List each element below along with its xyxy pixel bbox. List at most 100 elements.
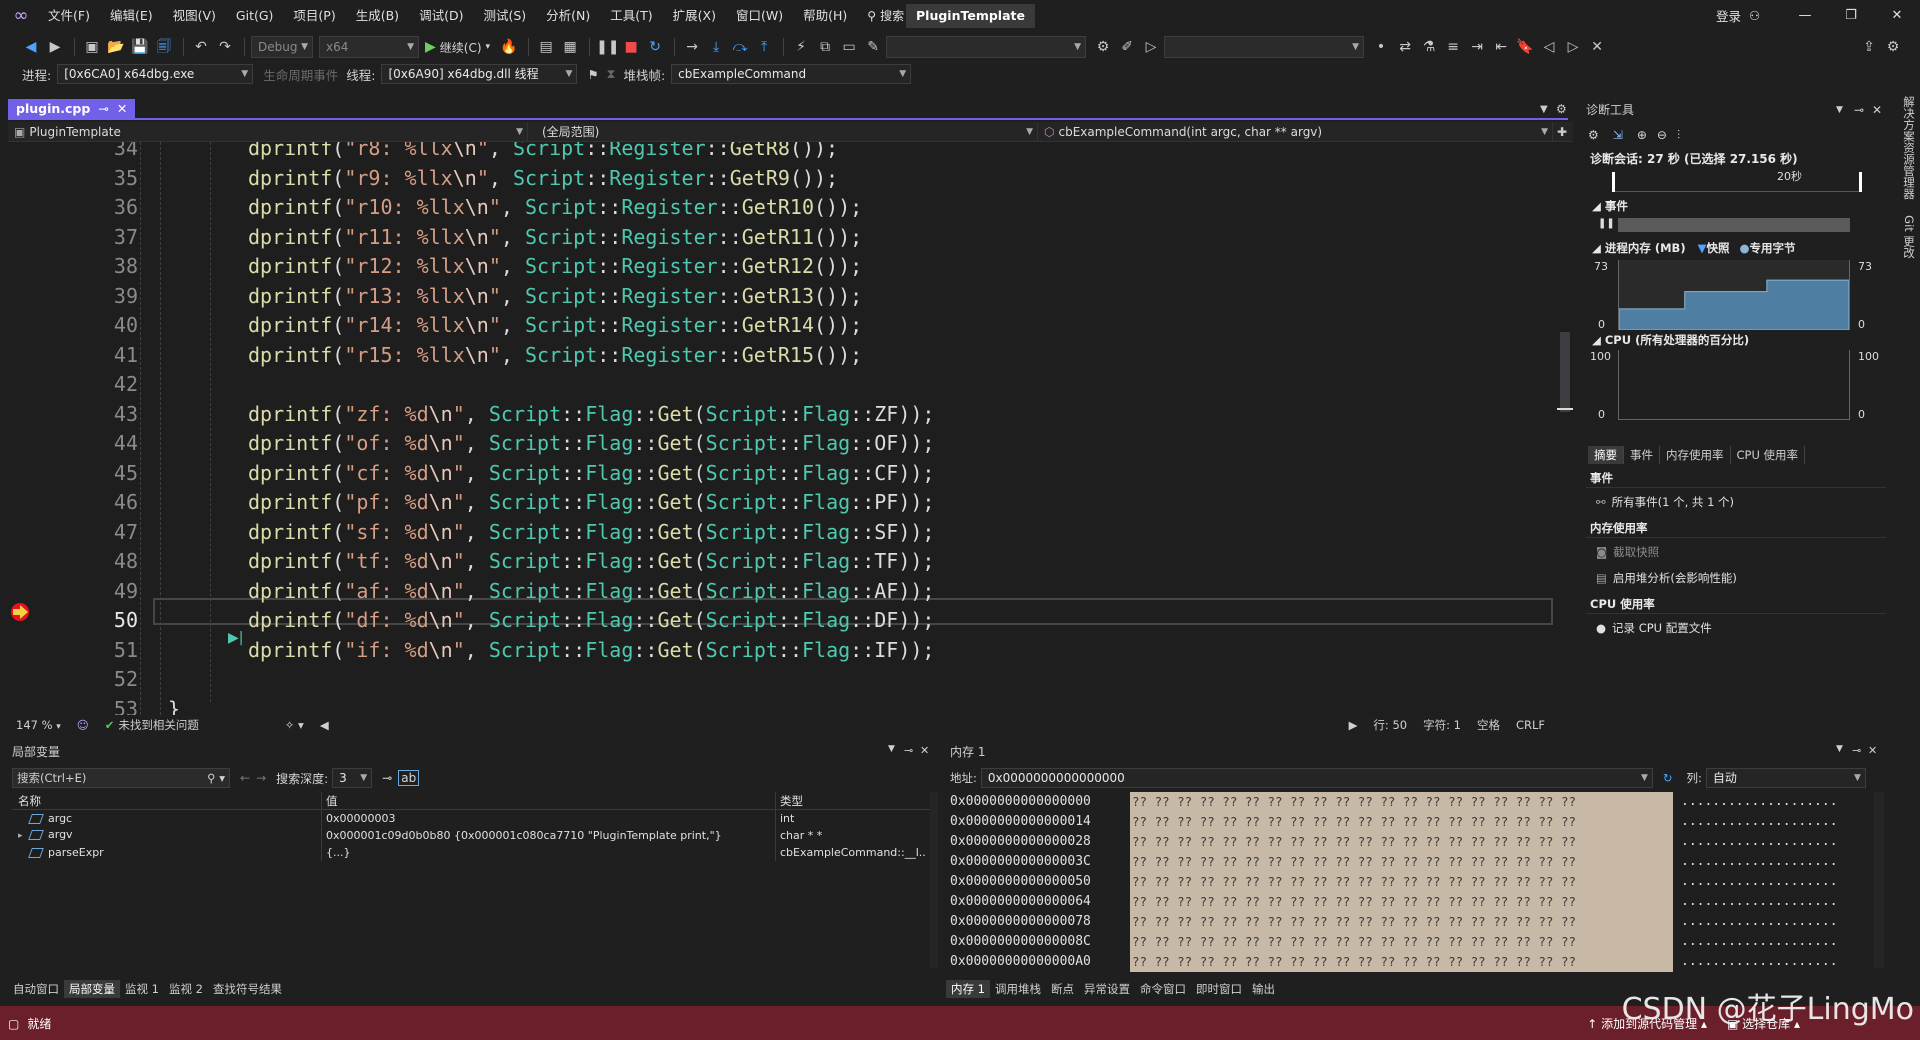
code-cleanup-icon[interactable]: ✧ ▾ [277, 715, 312, 735]
refresh-icon[interactable]: ↻ [1663, 771, 1673, 785]
tab-cpu-usage[interactable]: CPU 使用率 [1731, 446, 1806, 464]
pin-icon[interactable]: ⊸ [1854, 100, 1864, 120]
columns-select[interactable]: 自动 ▼ [1705, 768, 1866, 788]
close-icon[interactable]: ✕ [1868, 744, 1877, 757]
step-over-icon[interactable]: ⤼ [729, 36, 751, 58]
close-icon[interactable]: ✕ [117, 99, 127, 119]
run-icon[interactable]: ▷ [1140, 36, 1162, 58]
back-icon[interactable]: ◀ [20, 36, 42, 58]
sign-in-button[interactable]: 登录 ⚇ [1716, 6, 1760, 25]
visual-studio-logo-icon[interactable]: ∞ [10, 6, 32, 26]
menu-edit[interactable]: 编辑(E) [100, 0, 163, 32]
table-row[interactable]: parseExpr {...} cbExampleCommand::__l... [12, 844, 930, 861]
whitespace-indicator[interactable]: 空格 [1469, 715, 1508, 735]
record-cpu-profile-button[interactable]: ● 记录 CPU 配置文件 [1596, 620, 1712, 636]
stack-frame-select[interactable]: cbExampleCommand ▼ [671, 64, 912, 84]
code-line[interactable]: dprintf("r10: %llx\n", Script::Register:… [248, 193, 862, 223]
table-row[interactable]: argc 0x00000003 int [12, 810, 930, 827]
selection-start-handle[interactable] [1612, 172, 1615, 192]
pin-icon[interactable]: ⊸ [1852, 744, 1861, 757]
code-line[interactable]: } [168, 695, 180, 716]
heap-profiling-button[interactable]: ▤ 启用堆分析(会影响性能) [1596, 570, 1737, 586]
tab-summary[interactable]: 摘要 [1588, 446, 1624, 464]
menu-test[interactable]: 测试(S) [473, 0, 536, 32]
menu-analyze[interactable]: 分析(N) [536, 0, 600, 32]
code-line[interactable]: dprintf("zf: %d\n", Script::Flag::Get(Sc… [248, 400, 934, 430]
tab-autos[interactable]: 自动窗口 [8, 980, 64, 998]
code-line[interactable]: dprintf("sf: %d\n", Script::Flag::Get(Sc… [248, 518, 934, 548]
variable-value[interactable]: {...} [322, 844, 776, 861]
cpu-usage-chart[interactable] [1618, 350, 1850, 420]
code-line[interactable]: dprintf("r11: %llx\n", Script::Register:… [248, 223, 862, 253]
restore-icon[interactable]: ❐ [1828, 0, 1874, 32]
code-line[interactable]: dprintf("r13: %llx\n", Script::Register:… [248, 282, 862, 312]
zoom-out-icon[interactable]: ⊖ [1657, 128, 1667, 142]
lifecycle-events-button[interactable]: 生命周期事件 [263, 65, 338, 84]
reset-zoom-icon[interactable]: ⫶ [1677, 128, 1680, 143]
code-line[interactable]: dprintf("r9: %llx\n", Script::Register::… [248, 164, 838, 194]
pause-icon[interactable]: ❚❚ [596, 36, 619, 58]
code-line[interactable]: dprintf("r12: %llx\n", Script::Register:… [248, 252, 862, 282]
pin-icon[interactable]: ⊸ [98, 99, 108, 119]
pin-to-source-icon[interactable]: ⊸ [382, 771, 392, 785]
menu-git[interactable]: Git(G) [226, 0, 284, 32]
configuration-select[interactable]: Debug ▼ [251, 36, 313, 58]
hot-reload-icon[interactable]: 🔥 [498, 36, 520, 58]
tab-call-stack[interactable]: 调用堆栈 [990, 980, 1046, 998]
process-memory-chart[interactable] [1618, 260, 1850, 331]
share-icon[interactable]: ⇪ [1858, 36, 1880, 58]
stop-icon[interactable]: ■ [620, 36, 642, 58]
menu-help[interactable]: 帮助(H) [793, 0, 857, 32]
menu-project[interactable]: 项目(P) [283, 0, 345, 32]
notification-icon[interactable]: ▢ [8, 1017, 19, 1031]
save-all-icon[interactable]: 🗐 [153, 36, 175, 58]
browse-icon[interactable]: ▤ [535, 36, 557, 58]
pencil-icon[interactable]: ✐ [1116, 36, 1138, 58]
flag-icon[interactable]: ⚑ [587, 67, 598, 82]
close-icon[interactable]: ✕ [1872, 100, 1882, 120]
bullet-icon[interactable]: • [1370, 36, 1392, 58]
menu-debug[interactable]: 调试(D) [409, 0, 473, 32]
layout-icon[interactable]: ▦ [559, 36, 581, 58]
locals-search-input[interactable]: 搜索(Ctrl+E) ⚲ ▾ [12, 768, 230, 788]
project-select[interactable]: ▣ PluginTemplate ▼ [8, 121, 528, 142]
scroll-left-icon[interactable]: ◀ [312, 715, 337, 735]
line-ending-indicator[interactable]: CRLF [1508, 715, 1553, 735]
pause-icon[interactable]: ❚❚ [1598, 218, 1615, 229]
function-select[interactable]: ⬡ cbExampleCommand(int argc, char ** argv… [1038, 121, 1553, 142]
editor-scrollbar[interactable] [1557, 142, 1573, 715]
scroll-right-icon[interactable]: ▶ [1341, 715, 1366, 735]
run-to-click-icon[interactable]: ▶| [228, 630, 243, 646]
code-line[interactable]: dprintf("r14: %llx\n", Script::Register:… [248, 311, 862, 341]
settings-icon[interactable]: ⚙ [1588, 128, 1599, 142]
scrollbar-thumb[interactable] [1560, 332, 1570, 412]
variable-value[interactable]: 0x00000003 [322, 810, 776, 827]
align-icon[interactable]: ≡ [1442, 36, 1464, 58]
column-name[interactable]: 名称 [12, 791, 322, 810]
close-icon[interactable]: ✕ [920, 744, 929, 757]
search-depth-select[interactable]: 3 ▼ [332, 768, 373, 788]
menu-extensions[interactable]: 扩展(X) [663, 0, 726, 32]
tab-plugin-cpp[interactable]: plugin.cpp ⊸ ✕ [8, 99, 136, 119]
indent-icon[interactable]: ⇥ [1466, 36, 1488, 58]
close-icon[interactable]: ✕ [1874, 0, 1920, 32]
forward-icon[interactable]: ▶ [44, 36, 66, 58]
thread-select[interactable]: [0x6A90] x64dbg.dll 线程 ▼ [381, 64, 578, 84]
tab-memory-1[interactable]: 内存 1 [946, 980, 990, 998]
code-line[interactable]: dprintf("pf: %d\n", Script::Flag::Get(Sc… [248, 488, 934, 518]
step-into-icon[interactable]: ⤓ [705, 36, 727, 58]
platform-select[interactable]: x64 ▼ [319, 36, 419, 58]
chevron-down-icon[interactable]: ▼ [1836, 744, 1843, 754]
tab-breakpoints[interactable]: 断点 [1046, 980, 1079, 998]
menu-tools[interactable]: 工具(T) [600, 0, 662, 32]
restart-icon[interactable]: ↻ [644, 36, 666, 58]
target-combo[interactable]: ▼ [1164, 36, 1365, 58]
solution-explorer-tab[interactable]: 解决方案资源管理器 [1902, 96, 1916, 200]
address-input[interactable]: 0x0000000000000000 ▼ [980, 768, 1653, 788]
pin-icon[interactable]: ⊸ [904, 744, 913, 757]
minimize-icon[interactable]: — [1782, 0, 1828, 32]
continue-button[interactable]: ▶ 继续(C) ▾ [425, 39, 490, 56]
undo-icon[interactable]: ↶ [190, 36, 212, 58]
char-indicator[interactable]: 字符: 1 [1415, 715, 1469, 735]
memory-bytes[interactable]: ?? ?? ?? ?? ?? ?? ?? ?? ?? ?? ?? ?? ?? ?… [1130, 952, 1673, 972]
